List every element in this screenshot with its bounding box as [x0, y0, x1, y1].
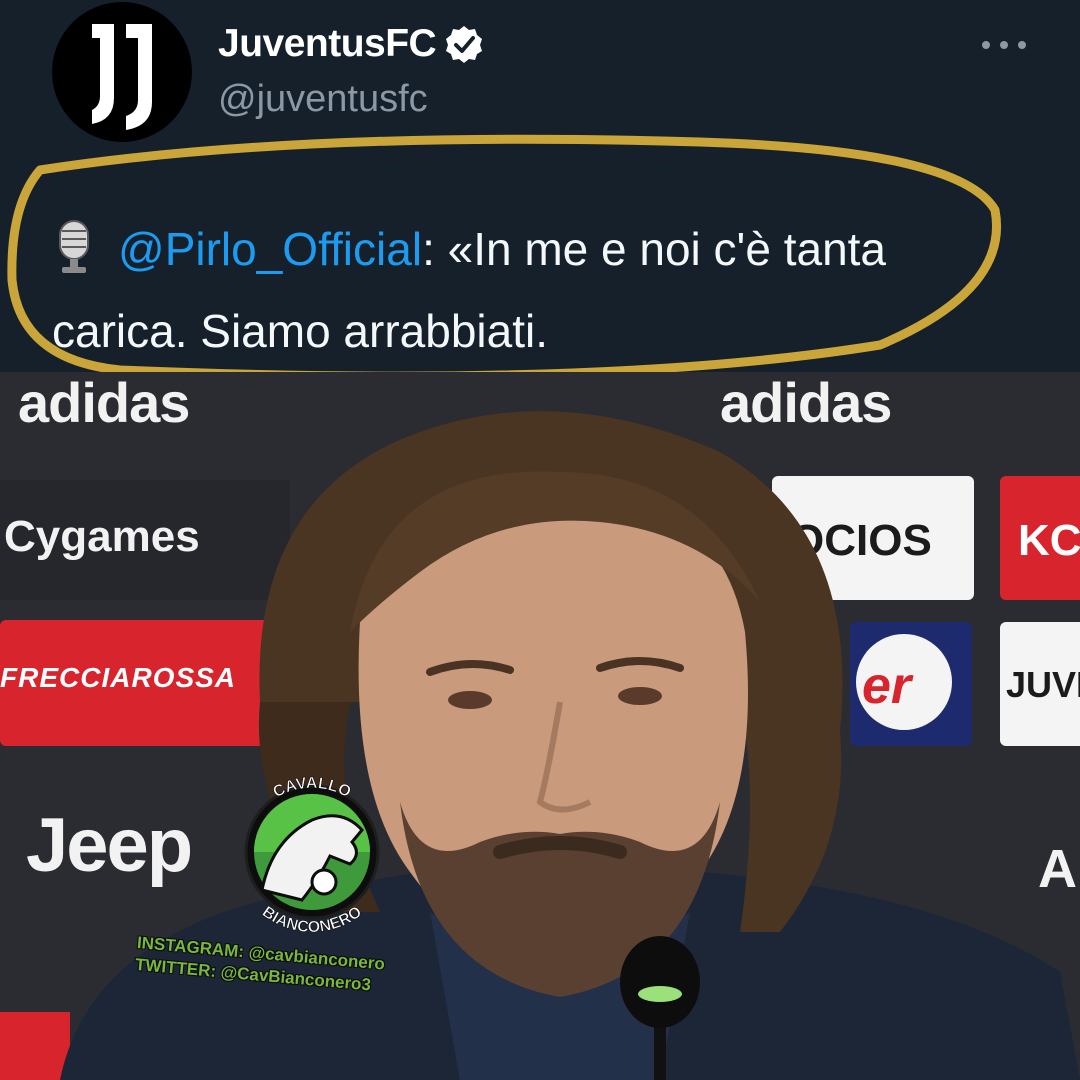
microphone [620, 936, 700, 1028]
microphone-icon [59, 220, 89, 273]
display-name[interactable]: JuventusFC [218, 22, 484, 66]
tweet-text: @Pirlo_Official: «In me e noi c'è tanta … [52, 208, 1012, 372]
press-conference-photo: adidas adidas Cygames FRECCIAROSSA Jeep … [0, 372, 1080, 1080]
more-options-icon[interactable] [982, 30, 1026, 60]
tweet-card: JuventusFC @juventusfc @Pirlo_Official: … [0, 0, 1080, 381]
user-handle[interactable]: @juventusfc [218, 78, 428, 121]
display-name-text: JuventusFC [218, 22, 437, 65]
verified-badge-icon [446, 26, 483, 63]
juventus-logo-icon [92, 24, 152, 130]
mention-link[interactable]: @Pirlo_Official [118, 223, 422, 275]
cavallo-bianconero-logo-icon: CAVALLO BIANCONERO [244, 775, 380, 936]
avatar[interactable] [52, 2, 192, 142]
